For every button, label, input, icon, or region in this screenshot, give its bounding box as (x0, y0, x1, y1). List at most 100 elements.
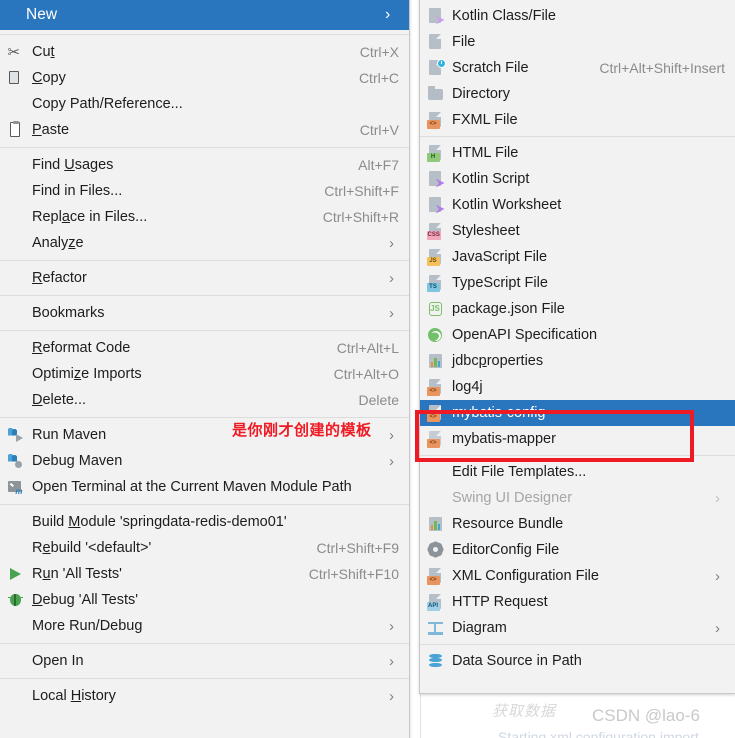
menu-item-debug-all-tests[interactable]: Debug 'All Tests' (0, 587, 409, 613)
menu-item-cut[interactable]: ✂ Cut Ctrl+X (0, 39, 409, 65)
submenu-item-resource-bundle[interactable]: Resource Bundle (420, 511, 735, 537)
blank-icon (422, 488, 448, 508)
menu-item-shortcut: Alt+F7 (358, 157, 399, 173)
menu-separator (0, 643, 409, 644)
copy-icon (2, 68, 28, 88)
watermark-csdn: CSDN @lao-6 (592, 706, 700, 725)
blank-icon (2, 390, 28, 410)
submenu-item-log4j[interactable]: <> log4j (420, 374, 735, 400)
submenu-item-http-request[interactable]: API HTTP Request (420, 589, 735, 615)
blank-icon (2, 338, 28, 358)
menu-item-new[interactable]: New › (0, 0, 409, 30)
menu-item-shortcut: Ctrl+Alt+L (336, 340, 399, 356)
menu-item-bookmarks[interactable]: Bookmarks › (0, 300, 409, 326)
annotation-red-note: 是你刚才创建的模板 (232, 421, 372, 439)
menu-item-find-in-files[interactable]: Find in Files... Ctrl+Shift+F (0, 178, 409, 204)
menu-item-label: Build Module 'springdata-redis-demo01' (32, 514, 287, 530)
xml-file-icon: <> (422, 110, 448, 130)
submenu-item-html-file[interactable]: H HTML File (420, 140, 735, 166)
menu-item-label: Open Terminal at the Current Maven Modul… (32, 479, 352, 495)
menu-item-find-usages[interactable]: Find Usages Alt+F7 (0, 152, 409, 178)
blank-icon (422, 462, 448, 482)
folder-icon (422, 84, 448, 104)
submenu-item-directory[interactable]: Directory (420, 81, 735, 107)
menu-item-label: Bookmarks (32, 305, 105, 321)
submenu-item-kotlin-script[interactable]: Kotlin Script (420, 166, 735, 192)
menu-item-paste[interactable]: Paste Ctrl+V (0, 117, 409, 143)
menu-item-label: TypeScript File (452, 275, 548, 291)
menu-item-reformat-code[interactable]: Reformat Code Ctrl+Alt+L (0, 335, 409, 361)
submenu-item-kotlin-worksheet[interactable]: Kotlin Worksheet (420, 192, 735, 218)
submenu-item-jdbcproperties[interactable]: jdbcproperties (420, 348, 735, 374)
chevron-right-icon: › (715, 489, 720, 507)
menu-item-shortcut: Ctrl+X (359, 44, 399, 60)
blank-icon (2, 233, 28, 253)
submenu-item-kotlin-class-file[interactable]: Kotlin Class/File (420, 3, 735, 29)
menu-item-label: Run 'All Tests' (32, 566, 122, 582)
menu-item-label: Swing UI Designer (452, 490, 573, 506)
submenu-item-stylesheet[interactable]: CSS Stylesheet (420, 218, 735, 244)
blank-icon (2, 207, 28, 227)
menu-item-copy-path-reference[interactable]: Copy Path/Reference... (0, 91, 409, 117)
menu-item-rebuild-default[interactable]: Rebuild '<default>' Ctrl+Shift+F9 (0, 535, 409, 561)
submenu-item-openapi-specification[interactable]: OpenAPI Specification (420, 322, 735, 348)
submenu-item-edit-file-templates[interactable]: Edit File Templates... (420, 459, 735, 485)
menu-item-more-run-debug[interactable]: More Run/Debug › (0, 613, 409, 639)
menu-item-label: HTTP Request (452, 594, 548, 610)
menu-item-label: Reformat Code (32, 340, 131, 356)
menu-item-label: XML Configuration File (452, 568, 599, 584)
menu-item-label: mybatis-config (452, 405, 546, 421)
menu-item-debug-maven[interactable]: Debug Maven › (0, 448, 409, 474)
xml-file-icon: <> (422, 377, 448, 397)
menu-item-label: Find Usages (32, 157, 114, 173)
submenu-item-package-json-file[interactable]: JS package.json File (420, 296, 735, 322)
submenu-item-scratch-file[interactable]: Scratch File Ctrl+Alt+Shift+Insert (420, 55, 735, 81)
submenu-item-editorconfig-file[interactable]: EditorConfig File (420, 537, 735, 563)
menu-item-label: FXML File (452, 112, 518, 128)
submenu-item-fxml-file[interactable]: <> FXML File (420, 107, 735, 133)
menu-item-optimize-imports[interactable]: Optimize Imports Ctrl+Alt+O (0, 361, 409, 387)
datasource-icon (422, 651, 448, 671)
file-icon (422, 32, 448, 52)
watermark-chinese: 获取数据 (492, 704, 557, 720)
blank-icon (2, 181, 28, 201)
kotlin-file-icon (422, 169, 448, 189)
blank-icon (2, 94, 28, 114)
api-file-icon: API (422, 592, 448, 612)
chevron-right-icon: › (715, 619, 720, 637)
menu-separator (0, 295, 409, 296)
submenu-item-mybatis-config[interactable]: <> mybatis-config (420, 400, 735, 426)
menu-item-open-in[interactable]: Open In › (0, 648, 409, 674)
menu-item-local-history[interactable]: Local History › (0, 683, 409, 709)
openapi-icon (422, 325, 448, 345)
menu-item-run-all-tests[interactable]: Run 'All Tests' Ctrl+Shift+F10 (0, 561, 409, 587)
menu-item-copy[interactable]: Copy Ctrl+C (0, 65, 409, 91)
submenu-item-data-source-in-path[interactable]: Data Source in Path (420, 648, 735, 674)
menu-item-label: EditorConfig File (452, 542, 560, 558)
menu-item-build-module[interactable]: Build Module 'springdata-redis-demo01' (0, 509, 409, 535)
menu-separator (0, 147, 409, 148)
menu-item-shortcut: Ctrl+Alt+O (333, 366, 399, 382)
maven-run-icon (2, 425, 28, 445)
menu-item-shortcut: Ctrl+Shift+F10 (308, 566, 399, 582)
menu-item-open-terminal-maven-module[interactable]: m Open Terminal at the Current Maven Mod… (0, 474, 409, 500)
ts-file-icon: TS (422, 273, 448, 293)
menu-item-shortcut: Ctrl+Shift+R (322, 209, 399, 225)
menu-item-label: Data Source in Path (452, 653, 582, 669)
menu-item-refactor[interactable]: Refactor › (0, 265, 409, 291)
paste-icon (2, 120, 28, 140)
kotlin-file-icon (422, 195, 448, 215)
blank-icon (2, 268, 28, 288)
menu-item-analyze[interactable]: Analyze › (0, 230, 409, 256)
submenu-item-diagram[interactable]: Diagram › (420, 615, 735, 641)
submenu-item-mybatis-mapper[interactable]: <> mybatis-mapper (420, 426, 735, 452)
menu-item-replace-in-files[interactable]: Replace in Files... Ctrl+Shift+R (0, 204, 409, 230)
submenu-item-typescript-file[interactable]: TS TypeScript File (420, 270, 735, 296)
menu-separator (0, 34, 409, 35)
menu-separator (420, 136, 735, 137)
submenu-item-javascript-file[interactable]: JS JavaScript File (420, 244, 735, 270)
menu-item-label: Paste (32, 122, 70, 138)
submenu-item-file[interactable]: File (420, 29, 735, 55)
menu-item-delete[interactable]: Delete... Delete (0, 387, 409, 413)
submenu-item-xml-configuration-file[interactable]: <> XML Configuration File › (420, 563, 735, 589)
